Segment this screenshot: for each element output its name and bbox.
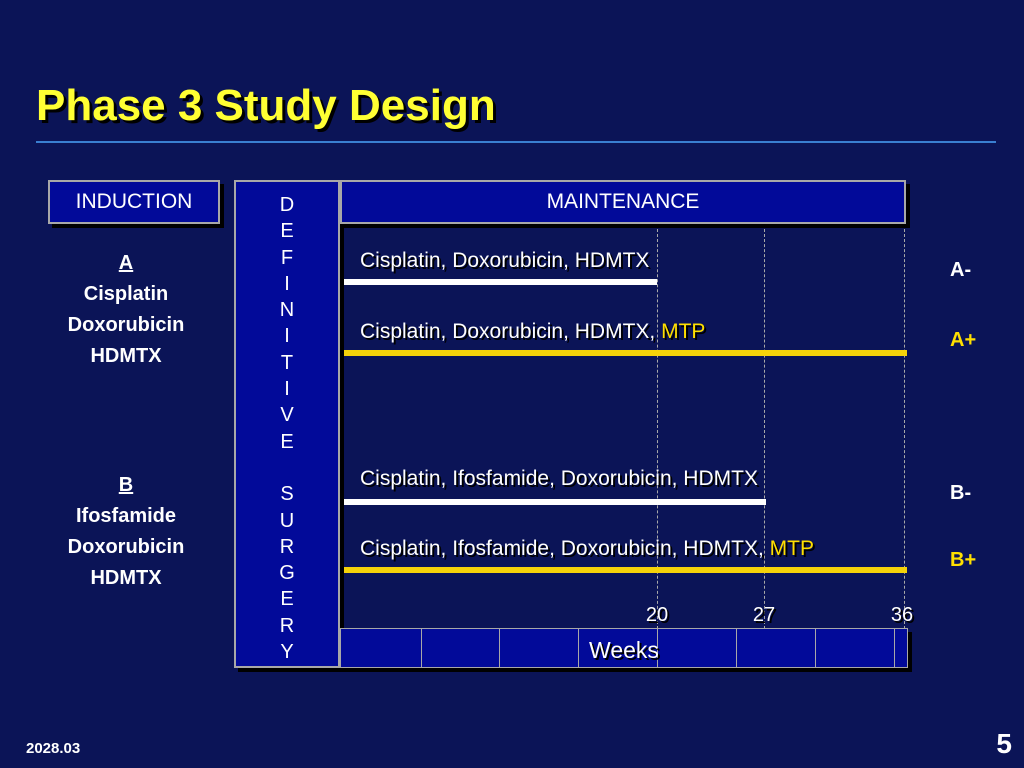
slide-title: Phase 3 Study Design [36, 81, 496, 130]
arm-b-letter: B [118, 474, 134, 496]
regimen-text: Cisplatin, Ifosfamide, Doxorubicin, HDMT… [360, 537, 770, 560]
week-marker-label: 20 [645, 604, 669, 626]
regimen-a-plus: Cisplatin, Doxorubicin, HDMTX, MTP [360, 320, 705, 344]
regimen-b-plus: Cisplatin, Ifosfamide, Doxorubicin, HDMT… [360, 537, 814, 561]
week-marker-label: 27 [752, 604, 776, 626]
arm-a-drug: HDMTX [90, 345, 162, 367]
arm-b: B Ifosfamide Doxorubicin HDMTX [46, 470, 206, 594]
surgery-letter: G [279, 562, 295, 585]
regimen-bar-a-minus [344, 279, 657, 285]
footer-date: 2028.03 [26, 740, 81, 757]
surgery-letter: E [280, 430, 294, 453]
surgery-letter [236, 455, 338, 481]
maintenance-box: MAINTENANCE [340, 180, 906, 224]
arm-a-letter: A [118, 252, 134, 274]
surgery-letter: D [279, 194, 295, 216]
surgery-letter: E [280, 588, 294, 611]
regimen-mtp: MTP [661, 320, 706, 343]
group-label-b-plus: B+ [950, 549, 977, 571]
regimen-bar-b-plus [344, 567, 907, 573]
surgery-letter: I [284, 272, 290, 295]
week-marker-label: 36 [890, 604, 914, 626]
arm-a-drug: Cisplatin [83, 283, 169, 305]
group-label-a-minus: A- [950, 259, 972, 281]
group-label-b-minus: B- [950, 482, 972, 504]
definitive-surgery-label: DEFINITIVE SURGERY [236, 192, 338, 665]
arm-b-drug: Ifosfamide [75, 505, 177, 527]
weeks-axis-label: Weeks [589, 637, 659, 663]
surgery-letter: I [284, 325, 290, 348]
regimen-text: Cisplatin, Doxorubicin, HDMTX, [360, 320, 662, 343]
surgery-letter: U [279, 509, 295, 532]
regimen-a-minus: Cisplatin, Doxorubicin, HDMTX [360, 249, 649, 273]
induction-box: INDUCTION [48, 180, 220, 224]
surgery-letter: N [279, 299, 295, 322]
regimen-bar-b-minus [344, 499, 766, 505]
regimen-mtp: MTP [769, 537, 814, 560]
surgery-letter: F [280, 246, 294, 269]
surgery-letter: Y [280, 641, 294, 664]
arm-a-drug: Doxorubicin [67, 314, 185, 336]
weeks-axis: Weeks [340, 628, 908, 668]
surgery-letter: I [284, 378, 290, 401]
arm-b-drug: Doxorubicin [67, 536, 185, 558]
page-number: 5 [996, 728, 1012, 759]
surgery-letter: R [279, 614, 295, 637]
surgery-letter: S [280, 483, 294, 506]
maintenance-label: MAINTENANCE [546, 190, 700, 213]
arm-b-drug: HDMTX [90, 567, 162, 589]
arm-a: A Cisplatin Doxorubicin HDMTX [46, 248, 206, 372]
regimen-b-minus: Cisplatin, Ifosfamide, Doxorubicin, HDMT… [360, 467, 758, 491]
regimen-bar-a-plus [344, 350, 907, 356]
surgery-letter: V [280, 404, 294, 427]
surgery-letter: T [280, 351, 294, 374]
surgery-letter: R [279, 535, 295, 558]
regimen-text: Cisplatin, Doxorubicin, HDMTX [360, 249, 650, 272]
induction-label: INDUCTION [75, 190, 193, 213]
regimen-text: Cisplatin, Ifosfamide, Doxorubicin, HDMT… [360, 467, 758, 490]
definitive-surgery-box: DEFINITIVE SURGERY [234, 180, 340, 668]
title-divider [36, 141, 996, 143]
group-label-a-plus: A+ [950, 329, 977, 351]
surgery-letter: E [280, 220, 294, 243]
